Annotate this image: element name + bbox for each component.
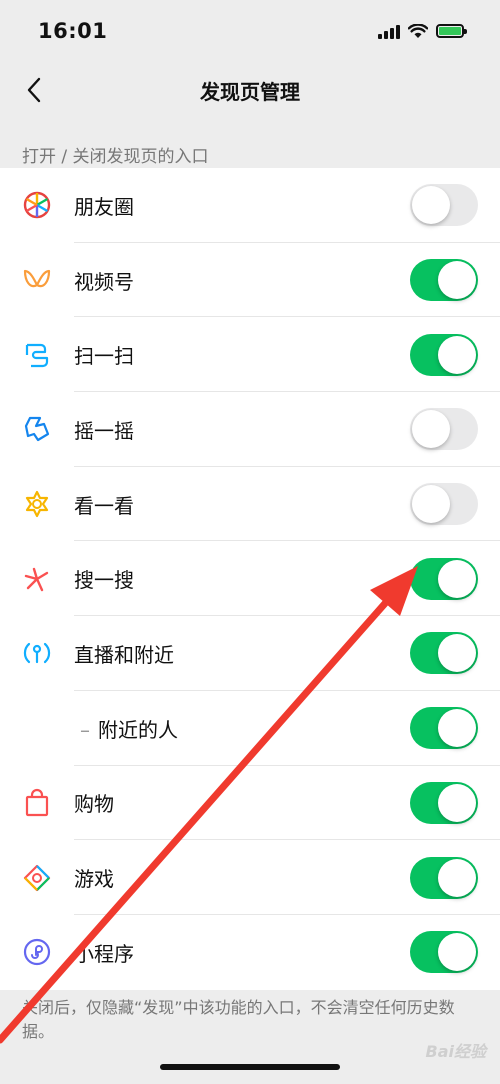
search-icon <box>22 564 52 594</box>
list-item-search: 搜一搜 <box>0 541 500 617</box>
mini-programs-toggle[interactable] <box>410 931 478 974</box>
shopping-bag-icon <box>22 788 52 818</box>
cellular-signal-icon <box>378 23 400 39</box>
wifi-icon <box>408 23 428 38</box>
list-item-live-nearby: 直播和附近 <box>0 616 500 691</box>
status-icons <box>378 23 467 39</box>
home-indicator[interactable] <box>160 1064 340 1070</box>
scan-icon <box>22 340 52 370</box>
channels-icon <box>22 265 52 295</box>
top-stories-toggle[interactable] <box>410 483 478 526</box>
moments-toggle[interactable] <box>410 184 478 227</box>
channels-toggle[interactable] <box>410 259 478 302</box>
nav-bar: 发现页管理 <box>0 62 500 118</box>
list-item-channels: 视频号 <box>0 243 500 318</box>
footer-note: 关闭后，仅隐藏“发现”中该功能的入口，不会清空任何历史数据。 <box>22 998 455 1041</box>
list-item-shake: 摇一摇 <box>0 392 500 467</box>
battery-icon <box>436 24 467 38</box>
status-bar: 16:01 <box>0 0 500 62</box>
list-item-label: 小程序 <box>74 941 134 966</box>
list-item-mini-programs: 小程序 <box>0 915 500 990</box>
live-nearby-icon <box>22 638 52 668</box>
list-item-top-stories: 看一看 <box>0 467 500 542</box>
list-item-people-nearby: 附近的人 <box>0 691 500 766</box>
live-nearby-toggle[interactable] <box>410 632 478 675</box>
scan-toggle[interactable] <box>410 333 478 376</box>
list-item-label: 朋友圈 <box>74 194 134 219</box>
list-item-label: 直播和附近 <box>74 642 174 667</box>
page-title: 发现页管理 <box>200 79 300 104</box>
watermark: Bai经验 <box>425 1042 486 1061</box>
moments-icon <box>22 190 52 220</box>
section-header: 打开 / 关闭发现页的入口 <box>22 147 209 167</box>
list-item-label: 摇一摇 <box>74 418 134 443</box>
list-item-label: 附近的人 <box>80 714 178 743</box>
shopping-toggle[interactable] <box>410 781 478 824</box>
list-item-label: 看一看 <box>74 493 134 518</box>
list-item-shopping: 购物 <box>0 766 500 841</box>
discover-entries-list: 朋友圈 视频号 扫一扫 摇一摇 看一看 搜一搜 直播和附近 – 附近的人 购物 … <box>0 168 500 990</box>
mini-programs-icon <box>22 937 52 967</box>
search-toggle[interactable] <box>410 557 478 600</box>
shake-icon <box>22 414 52 444</box>
chevron-left-icon <box>27 77 41 103</box>
top-stories-icon <box>22 489 52 519</box>
list-item-games: 游戏 <box>0 840 500 915</box>
list-item-label: 扫一扫 <box>74 344 134 369</box>
list-item-label: 视频号 <box>74 269 134 294</box>
back-button[interactable] <box>14 70 54 110</box>
shake-toggle[interactable] <box>410 408 478 451</box>
games-toggle[interactable] <box>410 856 478 899</box>
list-item-moments: 朋友圈 <box>0 168 500 243</box>
status-time: 16:01 <box>38 19 108 43</box>
games-icon <box>22 863 52 893</box>
list-item-label: 购物 <box>74 792 114 817</box>
list-item-scan: 扫一扫 <box>0 317 500 393</box>
list-item-label: 搜一搜 <box>74 568 134 593</box>
people-nearby-toggle[interactable] <box>410 707 478 750</box>
list-item-label: 游戏 <box>74 867 114 892</box>
